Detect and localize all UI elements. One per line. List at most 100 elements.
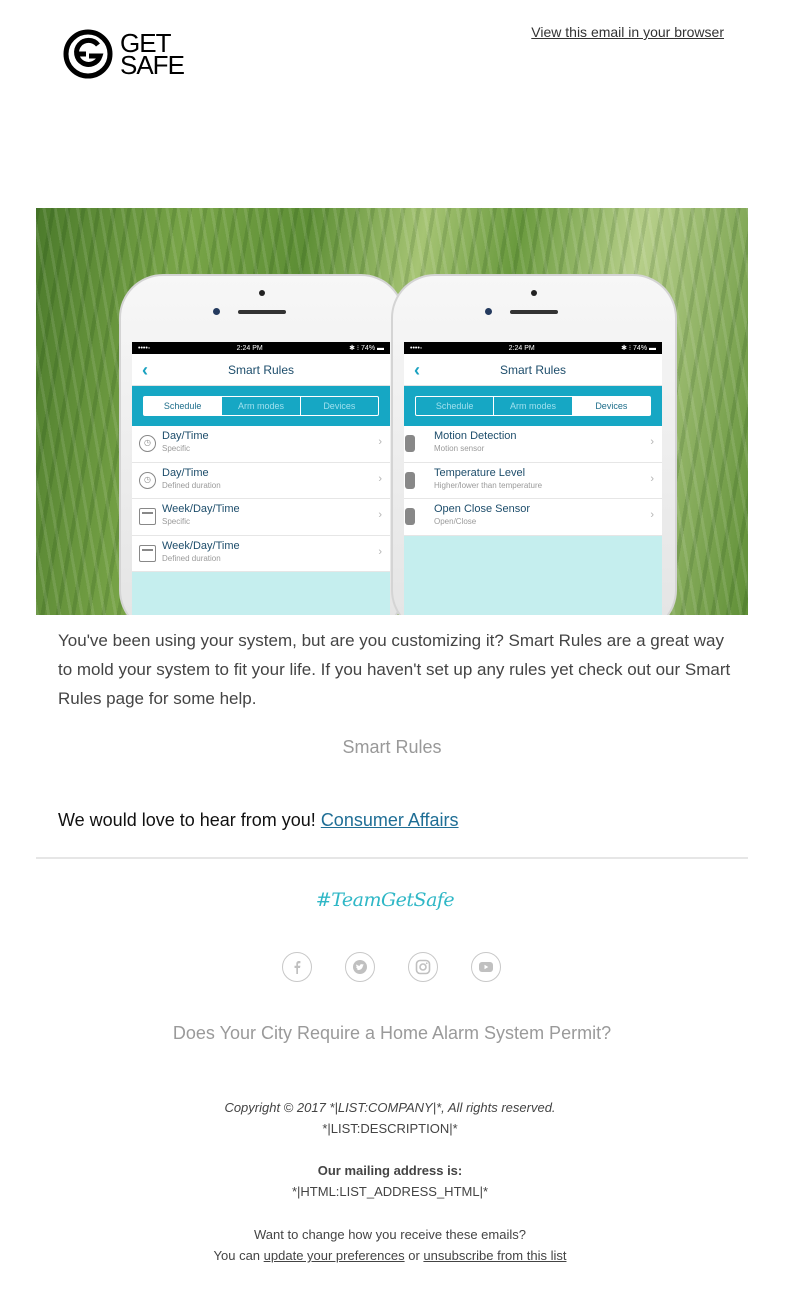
chevron-right-icon: › xyxy=(378,472,382,485)
list-item: ◷ Day/Time Defined duration › xyxy=(132,462,390,499)
row-title: Day/Time xyxy=(162,430,209,442)
getsafe-logo-icon xyxy=(63,29,113,79)
preferences-block: Want to change how you receive these ema… xyxy=(0,1224,780,1266)
row-subtitle: Motion sensor xyxy=(434,444,485,453)
prefs-links-line: You can update your preferences or unsub… xyxy=(0,1245,780,1266)
you-can-text: You can xyxy=(213,1248,261,1263)
view-in-browser-link[interactable]: View this email in your browser xyxy=(531,24,724,40)
facebook-icon[interactable] xyxy=(282,952,312,982)
or-text: or xyxy=(408,1248,420,1263)
getsafe-logo[interactable]: GET SAFE xyxy=(62,28,185,80)
intro-paragraph: You've been using your system, but are y… xyxy=(58,631,731,708)
row-title: Temperature Level xyxy=(434,466,526,479)
tab-devices: Devices xyxy=(572,397,650,415)
status-bar: ••••◦ 2:24 PM ✱ ⁝ 74% ▬ xyxy=(404,342,662,354)
back-chevron-icon: ‹ xyxy=(414,360,420,380)
phone-camera xyxy=(213,308,220,315)
tab-arm-modes: Arm modes xyxy=(494,397,573,415)
motion-sensor-icon xyxy=(405,435,415,452)
list-item: Open Close Sensor Open/Close › xyxy=(404,499,662,536)
row-title: Day/Time xyxy=(162,466,209,479)
divider xyxy=(36,857,748,859)
status-battery: ✱ ⁝ 74% ▬ xyxy=(621,345,656,352)
mailing-address: *|HTML:LIST_ADDRESS_HTML|* xyxy=(291,1184,489,1199)
status-carrier: ••••◦ xyxy=(410,344,423,352)
segmented-control-bar: Schedule Arm modes Devices xyxy=(132,386,390,426)
screen-title: Smart Rules xyxy=(227,362,295,377)
youtube-icon[interactable] xyxy=(471,952,501,982)
list-item: ◷ Day/Time Specific › xyxy=(132,426,390,463)
row-title: Week/Day/Time xyxy=(162,503,240,515)
row-subtitle: Defined duration xyxy=(162,480,221,490)
chevron-right-icon: › xyxy=(650,472,654,485)
tab-arm-modes: Arm modes xyxy=(222,397,301,415)
mailing-address-block: Our mailing address is: *|HTML:LIST_ADDR… xyxy=(0,1160,780,1202)
chevron-right-icon: › xyxy=(378,545,382,558)
segmented-control-bar: Schedule Arm modes Devices xyxy=(404,386,662,426)
row-subtitle: Specific xyxy=(162,444,191,453)
consumer-affairs-link[interactable]: Consumer Affairs xyxy=(321,810,459,830)
logo-line-safe: SAFE xyxy=(120,50,185,80)
row-subtitle: Open/Close xyxy=(434,517,477,526)
phone-camera xyxy=(485,308,492,315)
chevron-right-icon: › xyxy=(378,436,382,448)
tab-schedule: Schedule xyxy=(416,397,495,415)
twitter-icon[interactable] xyxy=(345,952,375,982)
social-links xyxy=(282,952,501,982)
team-hashtag: #TeamGetSafe xyxy=(315,889,455,911)
segmented-control: Schedule Arm modes Devices xyxy=(143,396,379,416)
list-item: Motion Detection Motion sensor › xyxy=(404,426,662,463)
phone-screen: ••••◦ 2:24 PM ✱ ⁝ 74% ▬ ‹ Smart Rules Sc… xyxy=(404,342,662,615)
row-title: Week/Day/Time xyxy=(162,539,240,552)
row-subtitle: Specific xyxy=(162,517,191,526)
calendar-icon xyxy=(139,508,156,525)
tab-schedule: Schedule xyxy=(144,397,223,415)
status-time: 2:24 PM xyxy=(508,344,535,352)
chevron-right-icon: › xyxy=(650,509,654,521)
chevron-right-icon: › xyxy=(650,436,654,448)
chevron-right-icon: › xyxy=(378,509,382,521)
tab-devices: Devices xyxy=(323,401,356,411)
phone-speaker xyxy=(510,310,558,314)
status-time: 2:24 PM xyxy=(236,344,263,352)
clock-icon: ◷ xyxy=(139,471,156,489)
smart-rules-link[interactable]: Smart Rules xyxy=(0,737,784,758)
row-subtitle: Defined duration xyxy=(162,553,221,563)
copyright-text: Copyright © 2017 *|LIST:COMPANY|*, All r… xyxy=(224,1100,556,1115)
segmented-control: Schedule Arm modes Devices xyxy=(415,396,651,416)
door-sensor-icon xyxy=(405,508,415,525)
back-chevron-icon: ‹ xyxy=(142,360,148,380)
row-subtitle: Higher/lower than temperature xyxy=(434,480,543,490)
logo-wordmark: GET SAFE xyxy=(120,30,185,80)
unsubscribe-link[interactable]: unsubscribe from this list xyxy=(423,1248,566,1263)
app-navbar: ‹ Smart Rules xyxy=(132,354,390,386)
permit-article-link[interactable]: Does Your City Require a Home Alarm Syst… xyxy=(0,1023,784,1044)
phone-screen: ••••◦ 2:24 PM ✱ ⁝ 74% ▬ ‹ Smart Rules Sc… xyxy=(132,342,390,615)
feedback-text: We would love to hear from you! xyxy=(58,810,316,830)
phone-left: ••••◦ 2:24 PM ✱ ⁝ 74% ▬ ‹ Smart Rules Sc… xyxy=(119,274,405,615)
mailing-label: Our mailing address is: xyxy=(317,1163,463,1178)
row-title: Motion Detection xyxy=(434,430,517,442)
status-battery: ✱ ⁝ 74% ▬ xyxy=(349,345,384,352)
update-preferences-link[interactable]: update your preferences xyxy=(264,1248,405,1263)
instagram-icon[interactable] xyxy=(408,952,438,982)
calendar-icon xyxy=(139,544,156,562)
phone-speaker xyxy=(238,310,286,314)
change-prefs-text: Want to change how you receive these ema… xyxy=(254,1227,526,1242)
app-navbar: ‹ Smart Rules xyxy=(404,354,662,386)
phone-sensor-dot xyxy=(259,290,265,296)
status-bar: ••••◦ 2:24 PM ✱ ⁝ 74% ▬ xyxy=(132,342,390,354)
list-description: *|LIST:DESCRIPTION|* xyxy=(322,1121,458,1136)
list-item: Temperature Level Higher/lower than temp… xyxy=(404,462,662,499)
phone-right: ••••◦ 2:24 PM ✱ ⁝ 74% ▬ ‹ Smart Rules Sc… xyxy=(391,274,677,615)
clock-icon: ◷ xyxy=(139,435,156,452)
temperature-sensor-icon xyxy=(405,471,415,489)
screen-title: Smart Rules xyxy=(499,362,567,377)
feedback-line: We would love to hear from you! Consumer… xyxy=(58,810,459,831)
hero-image: ••••◦ 2:24 PM ✱ ⁝ 74% ▬ ‹ Smart Rules Sc… xyxy=(36,208,748,615)
list-item: Week/Day/Time Defined duration › xyxy=(132,535,390,572)
phone-sensor-dot xyxy=(531,290,537,296)
list-item: Week/Day/Time Specific › xyxy=(132,499,390,536)
status-carrier: ••••◦ xyxy=(138,344,151,352)
row-title: Open Close Sensor xyxy=(434,503,530,515)
